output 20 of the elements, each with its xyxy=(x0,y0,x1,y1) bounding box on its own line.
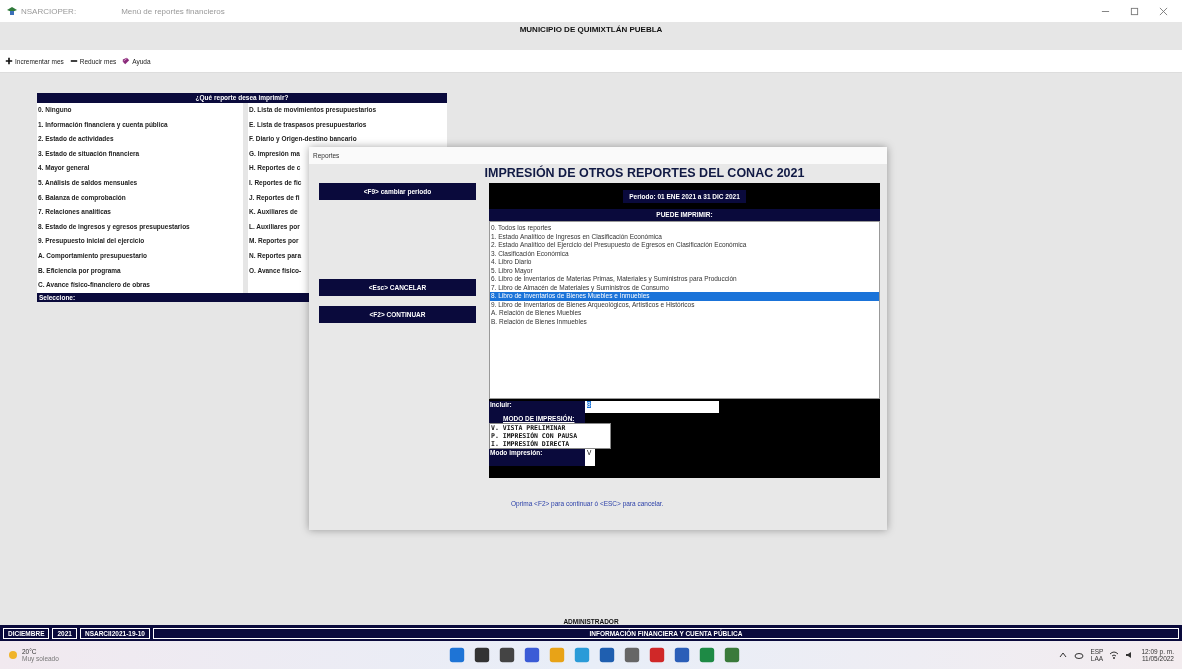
taskbar-app-icon[interactable] xyxy=(498,646,516,664)
taskbar-app-icon[interactable] xyxy=(473,646,491,664)
taskbar-app-icon[interactable] xyxy=(598,646,616,664)
organization-title: MUNICIPIO DE QUIMIXTLÁN PUEBLA xyxy=(519,25,663,36)
app-name: NSARCIOPER: xyxy=(21,6,77,16)
chevron-up-icon[interactable] xyxy=(1058,650,1069,660)
report-list[interactable] xyxy=(489,221,880,399)
minus-icon xyxy=(69,57,78,65)
plus-icon xyxy=(5,57,13,65)
taskbar-app-icon[interactable] xyxy=(623,646,641,664)
taskbar-app-icon[interactable] xyxy=(523,646,541,664)
maximize-icon[interactable] xyxy=(1130,6,1139,16)
close-icon[interactable] xyxy=(1159,6,1168,16)
app-logo-icon xyxy=(6,6,18,16)
book-icon xyxy=(122,57,131,65)
window-title: Menú de reportes financieros xyxy=(121,6,225,16)
taskbar-app-icon[interactable] xyxy=(673,646,691,664)
wifi-icon[interactable] xyxy=(1109,650,1120,660)
dialog-heading: IMPRESIÓN DE OTROS REPORTES DEL CONAC 2021 xyxy=(483,164,806,182)
cloud-icon[interactable] xyxy=(1074,650,1085,660)
